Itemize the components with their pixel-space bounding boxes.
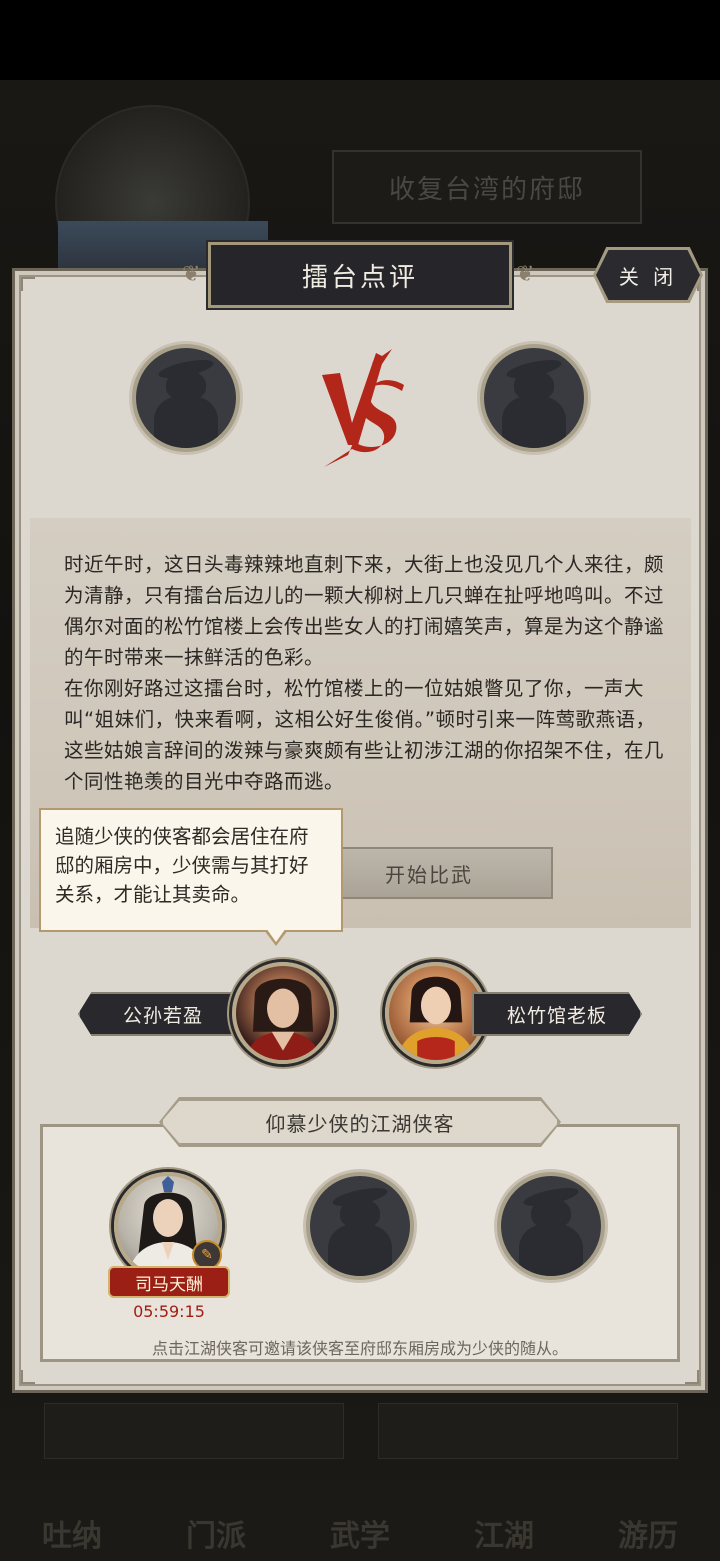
background-title: 收复台湾的府邸 (332, 150, 642, 224)
admirers-section-title: 仰慕少侠的江湖侠客 (161, 1099, 559, 1145)
corner-ornament (685, 1370, 699, 1384)
story-paragraph: 时近午时，这日头毒辣辣地直刺下来，大街上也没见几个人来往，颇为清静，只有擂台后边… (64, 553, 665, 669)
left-fighter-portrait[interactable] (232, 962, 334, 1064)
silhouette-body (519, 1224, 583, 1276)
title-ornament-left: ❦ (182, 262, 201, 287)
left-opponent-avatar (132, 344, 240, 452)
right-fighter-portrait[interactable] (385, 962, 487, 1064)
empty-admirer-slot[interactable] (497, 1172, 605, 1280)
right-fighter-figure (396, 976, 476, 1060)
right-opponent-avatar (480, 344, 588, 452)
tooltip-tail-fill (266, 928, 286, 942)
admirer-name: 司马天酬 (108, 1266, 230, 1298)
left-fighter-name: 公孙若盈 (78, 992, 248, 1036)
corner-ornament (21, 277, 35, 291)
silhouette-body (328, 1224, 392, 1276)
title-ornament-right: ❦ (516, 262, 535, 287)
dialog-title: 擂台点评 (208, 242, 512, 308)
nav-item: 游历 (618, 1519, 678, 1554)
vs-icon (322, 349, 404, 467)
silhouette-body (154, 396, 218, 448)
admirer-hint: 点击江湖侠客可邀请该侠客至府邸东厢房成为少侠的随从。 (151, 1339, 568, 1358)
left-fighter-figure (245, 978, 321, 1060)
background-nav: 吐纳 门派 武学 江湖 游历 (0, 1460, 720, 1561)
tooltip: 追随少侠的侠客都会居住在府邸的厢房中，少侠需与其打好关系，才能让其卖命。 (39, 808, 343, 932)
right-fighter-name: 松竹馆老板 (472, 992, 642, 1036)
corner-ornament (21, 1370, 35, 1384)
empty-admirer-slot[interactable] (306, 1172, 414, 1280)
story-paragraph: 在你刚好路过这擂台时，松竹馆楼上的一位姑娘瞥见了你，一声大叫“姐妹们，快来看啊，… (64, 677, 665, 793)
nav-item: 门派 (186, 1519, 246, 1554)
admirer-timer: 05:59:15 (133, 1302, 205, 1321)
close-button[interactable]: 关 闭 (596, 250, 700, 300)
story-text: 时近午时，这日头毒辣辣地直刺下来，大街上也没见几个人来往，颇为清静，只有擂台后边… (64, 549, 664, 797)
silhouette-body (502, 396, 566, 448)
background-button (378, 1403, 678, 1459)
nav-item: 江湖 (474, 1519, 534, 1554)
background-button (44, 1403, 344, 1459)
nav-item: 武学 (330, 1519, 390, 1554)
nav-item: 吐纳 (42, 1519, 102, 1554)
